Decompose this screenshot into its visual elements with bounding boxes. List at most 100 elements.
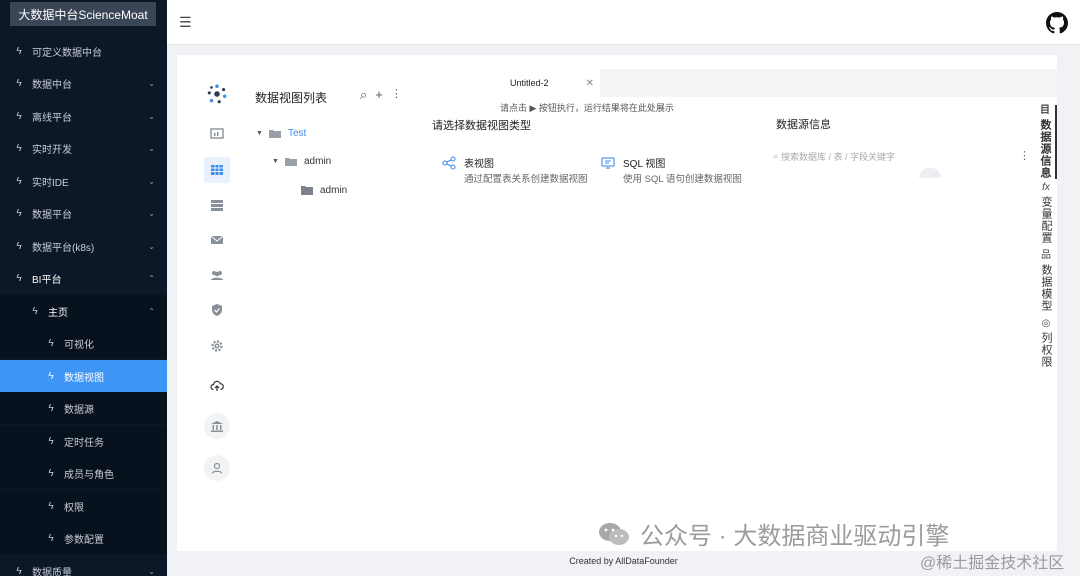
- sidebar-item-params[interactable]: ϟ 参数配置: [0, 522, 167, 554]
- bolt-icon: ϟ: [16, 110, 22, 122]
- bolt-icon: ϟ: [16, 175, 22, 187]
- user-icon[interactable]: [204, 455, 230, 481]
- sidebar-item-visualization[interactable]: ϟ 可视化: [0, 327, 167, 359]
- shield-check-icon: ◎: [1041, 318, 1051, 329]
- mail-icon[interactable]: [204, 227, 230, 253]
- chevron-down-icon: ⌄: [148, 176, 155, 186]
- bolt-icon: ϟ: [48, 337, 54, 349]
- sidebar-item-members-roles[interactable]: ϟ 成员与角色: [0, 457, 167, 489]
- bolt-icon: ϟ: [16, 565, 22, 576]
- sidebar-item-label: BI平台: [32, 274, 62, 286]
- vertical-tab-label: 列权限: [1040, 332, 1052, 368]
- plus-icon[interactable]: +: [375, 87, 383, 103]
- tab-variable-config[interactable]: fx 变量配置: [1035, 182, 1057, 244]
- folder-icon: [301, 186, 313, 195]
- sidebar-item-label: 实时IDE: [32, 177, 69, 189]
- sidebar-item-realtime-dev[interactable]: ϟ 实时开发 ⌄: [0, 132, 167, 164]
- tab-untitled-2[interactable]: Untitled-2 ✕: [500, 69, 600, 97]
- tab-data-model[interactable]: 品 数据模型: [1035, 250, 1057, 312]
- table-icon[interactable]: [204, 157, 230, 183]
- more-vertical-icon[interactable]: ⋮: [1019, 149, 1030, 162]
- sidebar-item-data-quality[interactable]: ϟ 数据质量 ⌄: [0, 555, 167, 576]
- option-title: 表视图: [464, 159, 494, 170]
- sidebar-item-label: 数据平台: [32, 209, 72, 221]
- vertical-tab-label: 数据模型: [1040, 264, 1052, 312]
- content-card: 数据视图列表 ⌕ + ⋮ ▼ Test ▼ admin admin Untitl…: [177, 55, 1057, 551]
- tree-node-admin-folder[interactable]: ▼ admin: [272, 156, 331, 167]
- bolt-icon: ϟ: [48, 532, 54, 544]
- sidebar-item-data-platform-2[interactable]: ϟ 数据平台 ⌄: [0, 197, 167, 229]
- caret-down-icon[interactable]: ▼: [256, 130, 263, 137]
- chevron-down-icon: ⌄: [148, 208, 155, 218]
- tab-label: Untitled-2: [510, 78, 549, 88]
- users-icon[interactable]: [204, 262, 230, 288]
- sidebar-item-label: 可视化: [64, 339, 94, 351]
- chevron-down-icon: ⌄: [148, 78, 155, 88]
- chevron-down-icon: ⌄: [148, 111, 155, 121]
- shield-icon[interactable]: [204, 297, 230, 323]
- sidebar-item-offline[interactable]: ϟ 离线平台 ⌄: [0, 100, 167, 132]
- sidebar-item-bi[interactable]: ϟ BI平台 ⌃: [0, 262, 167, 294]
- folder-open-icon: [285, 158, 297, 166]
- logo-icon: [204, 81, 230, 107]
- sidebar-item-label: 数据视图: [64, 372, 104, 384]
- dashboard-icon[interactable]: [204, 121, 230, 147]
- sidebar: 大数据中台ScienceMoat ϟ 可定义数据中台 ϟ 数据中台 ⌄ ϟ 离线…: [0, 0, 167, 576]
- chevron-down-icon: ⌄: [148, 241, 155, 251]
- monitor-icon: [601, 157, 615, 169]
- chevron-down-icon: ⌄: [148, 143, 155, 153]
- gear-icon[interactable]: [204, 333, 230, 359]
- menu-fold-icon[interactable]: ☰: [179, 14, 192, 31]
- sidebar-item-label: 离线平台: [32, 112, 72, 124]
- bolt-icon: ϟ: [16, 45, 22, 57]
- database-icon[interactable]: [204, 192, 230, 218]
- sidebar-item-label: 主页: [48, 307, 68, 319]
- tab-bar: Untitled-2 ✕: [500, 69, 1057, 97]
- bolt-icon: ϟ: [48, 500, 54, 512]
- search-placeholder: 搜索数据库 / 表 / 字段关键字: [781, 152, 896, 162]
- caret-down-icon[interactable]: ▼: [272, 158, 279, 165]
- tab-datasource-info[interactable]: 目 数据源信息: [1035, 105, 1057, 179]
- icon-rail: [199, 81, 235, 541]
- chevron-up-icon: ⌃: [148, 273, 155, 283]
- bank-icon[interactable]: [204, 413, 230, 439]
- search-icon[interactable]: ⌕: [360, 87, 367, 103]
- option-title: SQL 视图: [623, 159, 666, 170]
- sidebar-item-label: 数据中台: [32, 79, 72, 91]
- cloud-upload-icon[interactable]: [204, 373, 230, 399]
- tab-column-permissions[interactable]: ◎ 列权限: [1035, 318, 1057, 368]
- sidebar-item-permissions[interactable]: ϟ 权限: [0, 490, 167, 522]
- sidebar-item-data-platform[interactable]: ϟ 数据中台 ⌄: [0, 67, 167, 99]
- tree-node-admin[interactable]: admin: [301, 185, 347, 196]
- sidebar-item-label: 定时任务: [64, 437, 104, 449]
- bolt-icon: ϟ: [48, 402, 54, 414]
- function-icon: fx: [1042, 182, 1050, 193]
- github-icon[interactable]: [1046, 12, 1068, 34]
- sidebar-item-custom-platform[interactable]: ϟ 可定义数据中台: [0, 35, 167, 67]
- more-vertical-icon[interactable]: ⋮: [391, 87, 402, 103]
- bolt-icon: ϟ: [16, 240, 22, 252]
- close-icon[interactable]: ✕: [586, 78, 594, 89]
- share-nodes-icon: [442, 156, 456, 170]
- sidebar-item-label: 成员与角色: [64, 469, 114, 481]
- sidebar-item-label: 数据质量: [32, 567, 72, 576]
- sidebar-item-datasource[interactable]: ϟ 数据源: [0, 392, 167, 424]
- bolt-icon: ϟ: [48, 370, 54, 382]
- bolt-icon: ϟ: [48, 467, 54, 479]
- sidebar-item-label: 实时开发: [32, 144, 72, 156]
- sidebar-item-home[interactable]: ϟ 主页 ⌃: [0, 295, 167, 327]
- vertical-tab-label: 变量配置: [1040, 196, 1052, 244]
- chevron-up-icon: ⌃: [148, 306, 155, 316]
- run-hint: 请点击 ▶ 按钮执行，运行结果将在此处展示: [500, 103, 674, 113]
- option-desc: 通过配置表关系创建数据视图: [464, 174, 588, 185]
- sidebar-item-data-view[interactable]: ϟ 数据视图: [0, 360, 167, 392]
- top-bar: ☰: [167, 0, 1080, 45]
- chevron-down-icon: ⌄: [148, 566, 155, 576]
- tree-node-test[interactable]: ▼ Test: [256, 128, 306, 139]
- view-type-title: 请选择数据视图类型: [432, 120, 531, 132]
- sidebar-item-realtime-ide[interactable]: ϟ 实时IDE ⌄: [0, 165, 167, 197]
- sidebar-item-schedule[interactable]: ϟ 定时任务: [0, 425, 167, 457]
- sidebar-item-data-platform-k8s[interactable]: ϟ 数据平台(k8s) ⌄: [0, 230, 167, 262]
- hierarchy-icon: 品: [1041, 250, 1051, 261]
- datasource-search-input[interactable]: ⌕ 搜索数据库 / 表 / 字段关键字: [773, 150, 895, 163]
